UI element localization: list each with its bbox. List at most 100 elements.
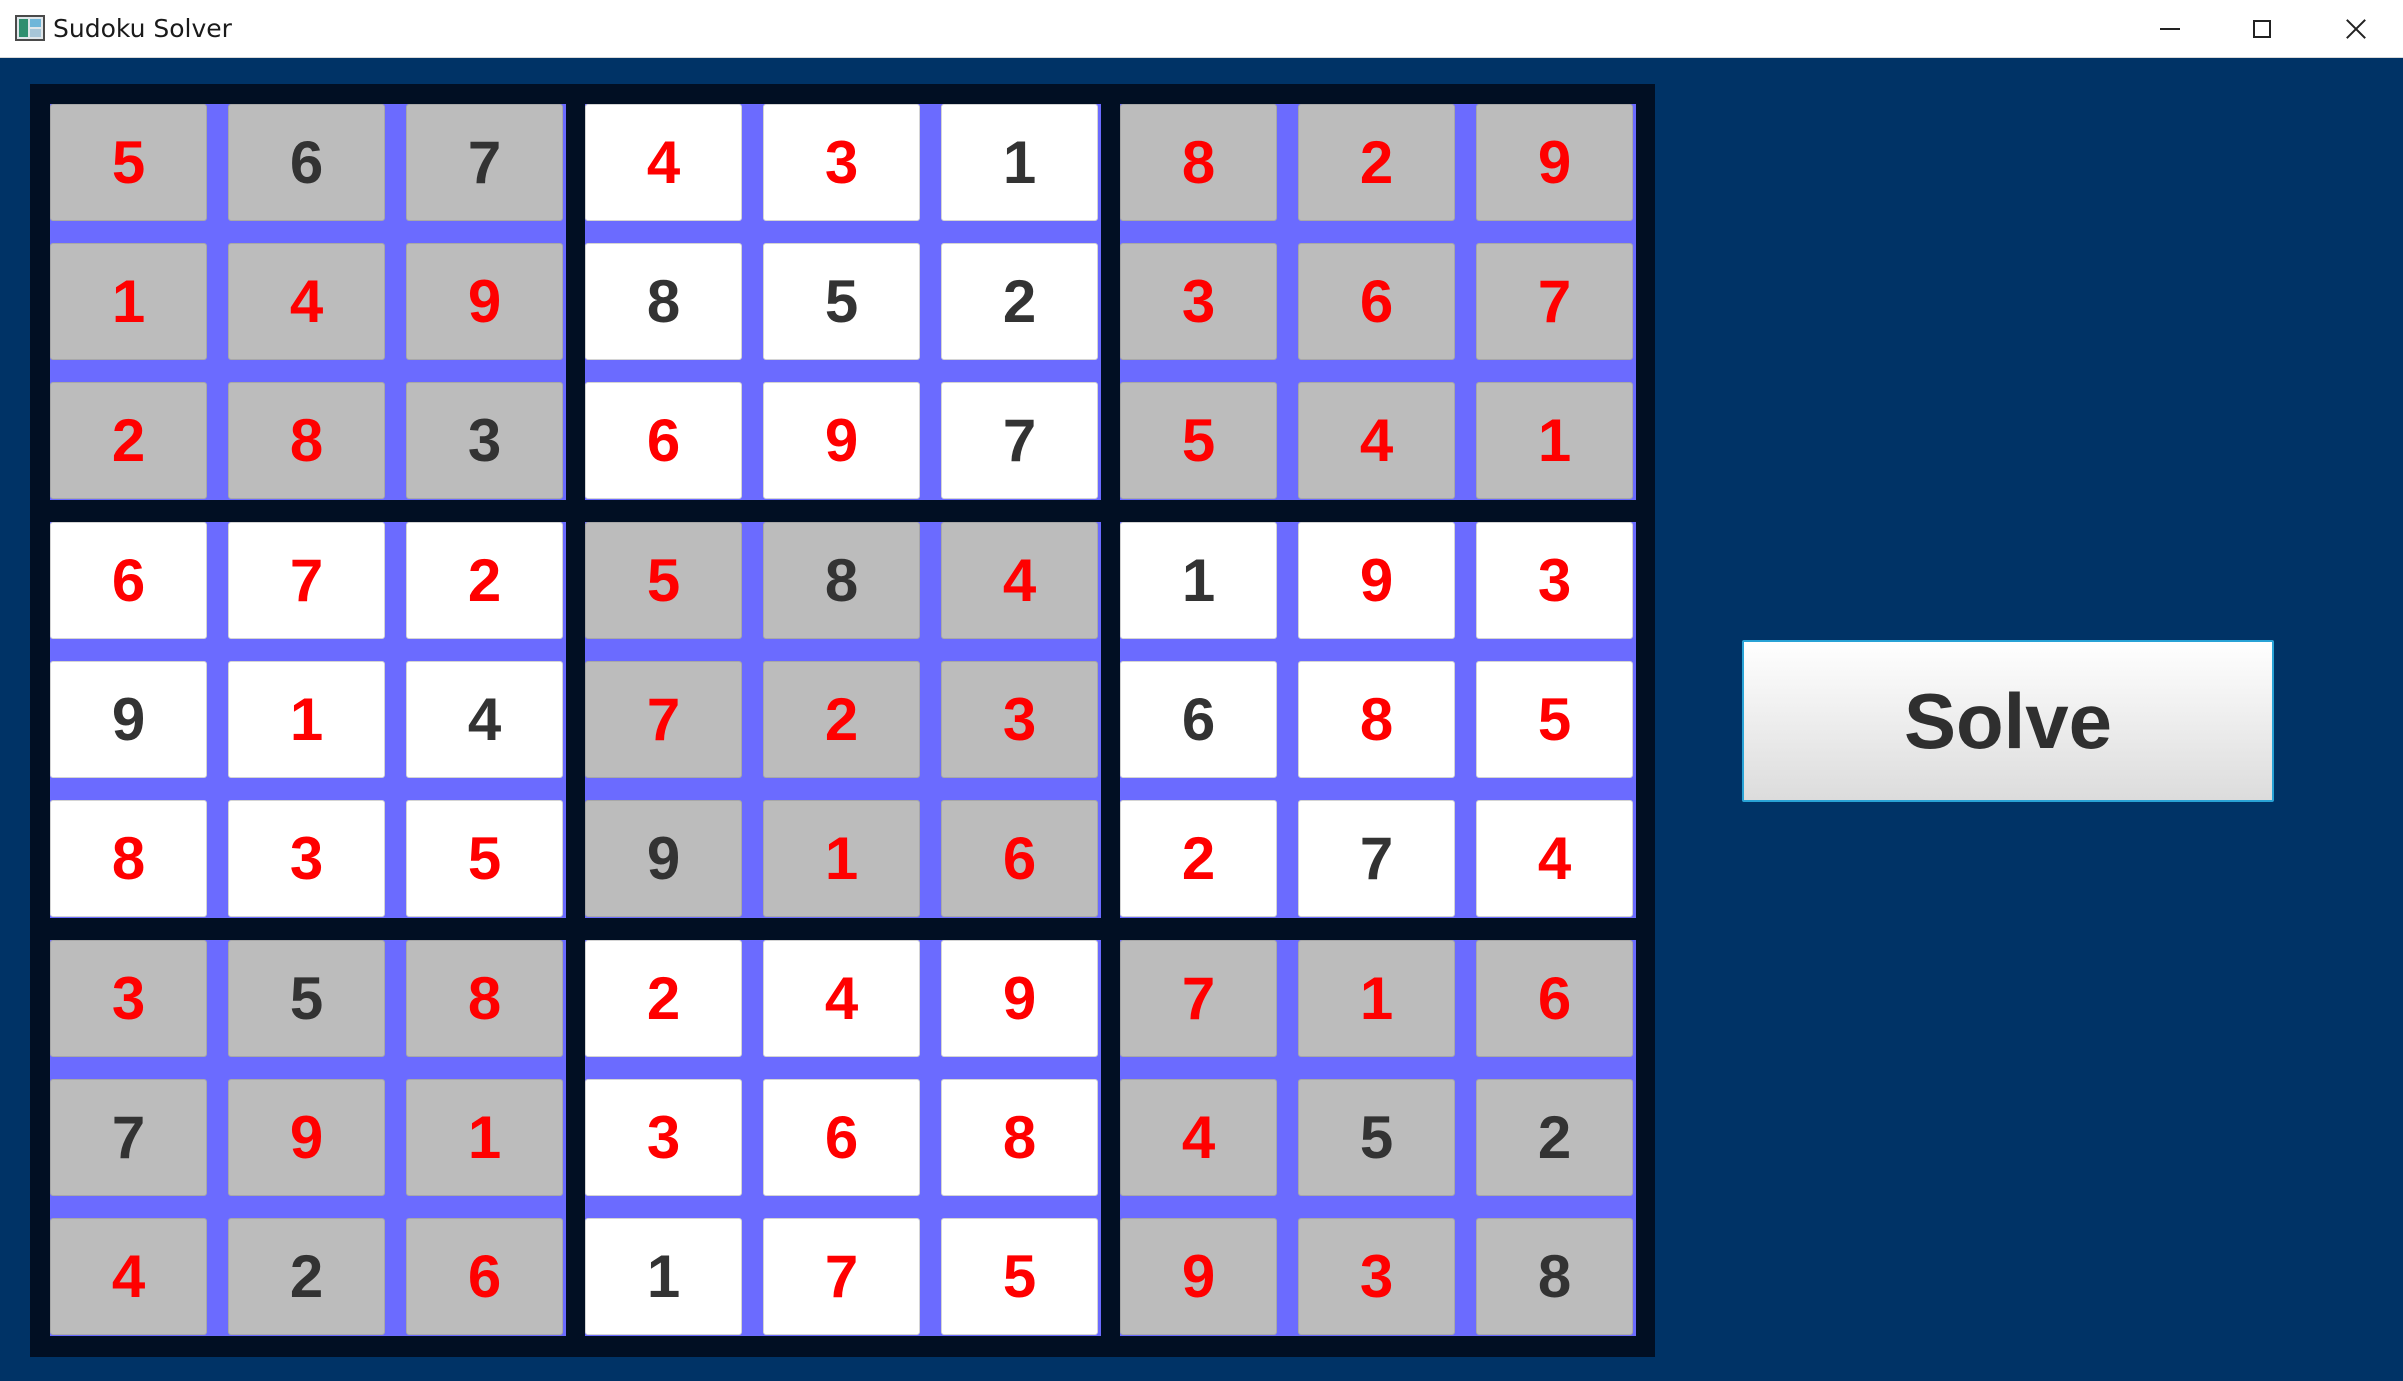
sudoku-cell[interactable]: 2 <box>763 661 920 778</box>
sudoku-cell[interactable]: 6 <box>1476 940 1633 1057</box>
sudoku-cell[interactable]: 1 <box>406 1079 563 1196</box>
sudoku-cell[interactable]: 4 <box>1298 382 1455 499</box>
sudoku-cell[interactable]: 5 <box>585 522 742 639</box>
sudoku-cell[interactable]: 7 <box>1476 243 1633 360</box>
sudoku-cell[interactable]: 8 <box>50 800 207 917</box>
sudoku-cell[interactable]: 5 <box>406 800 563 917</box>
sudoku-cell[interactable]: 4 <box>1120 1079 1277 1196</box>
sudoku-cell[interactable]: 8 <box>1298 661 1455 778</box>
sudoku-cell[interactable]: 2 <box>1120 800 1277 917</box>
maximize-button[interactable] <box>2216 0 2308 58</box>
sudoku-cell[interactable]: 4 <box>50 1218 207 1335</box>
sudoku-cell[interactable]: 4 <box>941 522 1098 639</box>
sudoku-box: 672 914 835 <box>50 522 566 918</box>
sudoku-cell[interactable]: 6 <box>585 382 742 499</box>
sudoku-box: 431 852 697 <box>585 104 1101 500</box>
sudoku-cell[interactable]: 1 <box>1298 940 1455 1057</box>
sudoku-cell[interactable]: 3 <box>1298 1218 1455 1335</box>
sudoku-cell[interactable]: 3 <box>585 1079 742 1196</box>
sudoku-cell[interactable]: 5 <box>228 940 385 1057</box>
sudoku-cell[interactable]: 4 <box>585 104 742 221</box>
window-title: Sudoku Solver <box>53 14 232 43</box>
close-button[interactable] <box>2310 0 2402 58</box>
minimize-button[interactable] <box>2124 0 2216 58</box>
sudoku-cell[interactable]: 9 <box>50 661 207 778</box>
sudoku-cell[interactable]: 9 <box>1120 1218 1277 1335</box>
sudoku-box: 358 791 426 <box>50 940 566 1336</box>
sudoku-cell[interactable]: 1 <box>50 243 207 360</box>
sudoku-cell[interactable]: 6 <box>228 104 385 221</box>
close-icon <box>2345 18 2367 40</box>
sudoku-cell[interactable]: 7 <box>1120 940 1277 1057</box>
sudoku-cell[interactable]: 9 <box>585 800 742 917</box>
sudoku-cell[interactable]: 8 <box>941 1079 1098 1196</box>
sudoku-cell[interactable]: 1 <box>763 800 920 917</box>
sudoku-cell[interactable]: 3 <box>228 800 385 917</box>
sudoku-board: 5671492834318526978293675416729148355847… <box>30 84 1655 1357</box>
sudoku-cell[interactable]: 2 <box>50 382 207 499</box>
sudoku-box: 716 452 938 <box>1120 940 1636 1336</box>
sudoku-cell[interactable]: 9 <box>1298 522 1455 639</box>
sudoku-box: 249 368 175 <box>585 940 1101 1336</box>
sudoku-cell[interactable]: 7 <box>406 104 563 221</box>
sudoku-cell[interactable]: 7 <box>941 382 1098 499</box>
sudoku-cell[interactable]: 3 <box>1476 522 1633 639</box>
sudoku-cell[interactable]: 7 <box>1298 800 1455 917</box>
sudoku-cell[interactable]: 2 <box>585 940 742 1057</box>
sudoku-cell[interactable]: 7 <box>763 1218 920 1335</box>
sudoku-cell[interactable]: 1 <box>228 661 385 778</box>
sudoku-cell[interactable]: 8 <box>406 940 563 1057</box>
sudoku-cell[interactable]: 2 <box>1298 104 1455 221</box>
sudoku-cell[interactable]: 8 <box>585 243 742 360</box>
window-client-area: 5671492834318526978293675416729148355847… <box>0 58 2403 1381</box>
sudoku-cell[interactable]: 6 <box>763 1079 920 1196</box>
sudoku-cell[interactable]: 8 <box>228 382 385 499</box>
sudoku-cell[interactable]: 8 <box>763 522 920 639</box>
sudoku-cell[interactable]: 5 <box>941 1218 1098 1335</box>
sudoku-cell[interactable]: 6 <box>1298 243 1455 360</box>
sudoku-cell[interactable]: 8 <box>1120 104 1277 221</box>
sudoku-cell[interactable]: 7 <box>585 661 742 778</box>
sudoku-cell[interactable]: 4 <box>763 940 920 1057</box>
sudoku-cell[interactable]: 2 <box>228 1218 385 1335</box>
sudoku-cell[interactable]: 8 <box>1476 1218 1633 1335</box>
sudoku-box: 584 723 916 <box>585 522 1101 918</box>
sudoku-cell[interactable]: 9 <box>228 1079 385 1196</box>
sudoku-cell[interactable]: 5 <box>50 104 207 221</box>
app-icon <box>15 15 45 41</box>
title-bar: Sudoku Solver <box>0 0 2403 58</box>
solve-button[interactable]: Solve <box>1742 640 2274 802</box>
sudoku-cell[interactable]: 1 <box>941 104 1098 221</box>
sudoku-cell[interactable]: 5 <box>1476 661 1633 778</box>
sudoku-cell[interactable]: 9 <box>1476 104 1633 221</box>
sudoku-box: 567 149 283 <box>50 104 566 500</box>
sudoku-cell[interactable]: 9 <box>763 382 920 499</box>
sudoku-cell[interactable]: 4 <box>228 243 385 360</box>
sudoku-cell[interactable]: 6 <box>50 522 207 639</box>
sudoku-cell[interactable]: 9 <box>941 940 1098 1057</box>
sudoku-cell[interactable]: 6 <box>1120 661 1277 778</box>
sudoku-cell[interactable]: 4 <box>406 661 563 778</box>
sudoku-cell[interactable]: 1 <box>1476 382 1633 499</box>
sudoku-cell[interactable]: 3 <box>941 661 1098 778</box>
sudoku-cell[interactable]: 5 <box>1298 1079 1455 1196</box>
sudoku-box: 193 685 274 <box>1120 522 1636 918</box>
sudoku-cell[interactable]: 5 <box>763 243 920 360</box>
sudoku-cell[interactable]: 3 <box>763 104 920 221</box>
sudoku-cell[interactable]: 7 <box>228 522 385 639</box>
sudoku-cell[interactable]: 5 <box>1120 382 1277 499</box>
sudoku-cell[interactable]: 6 <box>941 800 1098 917</box>
sudoku-cell[interactable]: 2 <box>1476 1079 1633 1196</box>
sudoku-cell[interactable]: 7 <box>50 1079 207 1196</box>
sudoku-cell[interactable]: 3 <box>406 382 563 499</box>
sudoku-cell[interactable]: 1 <box>585 1218 742 1335</box>
maximize-icon <box>2253 20 2271 38</box>
sudoku-cell[interactable]: 3 <box>1120 243 1277 360</box>
sudoku-cell[interactable]: 2 <box>941 243 1098 360</box>
sudoku-cell[interactable]: 4 <box>1476 800 1633 917</box>
sudoku-cell[interactable]: 3 <box>50 940 207 1057</box>
sudoku-cell[interactable]: 9 <box>406 243 563 360</box>
sudoku-cell[interactable]: 2 <box>406 522 563 639</box>
sudoku-cell[interactable]: 6 <box>406 1218 563 1335</box>
sudoku-cell[interactable]: 1 <box>1120 522 1277 639</box>
